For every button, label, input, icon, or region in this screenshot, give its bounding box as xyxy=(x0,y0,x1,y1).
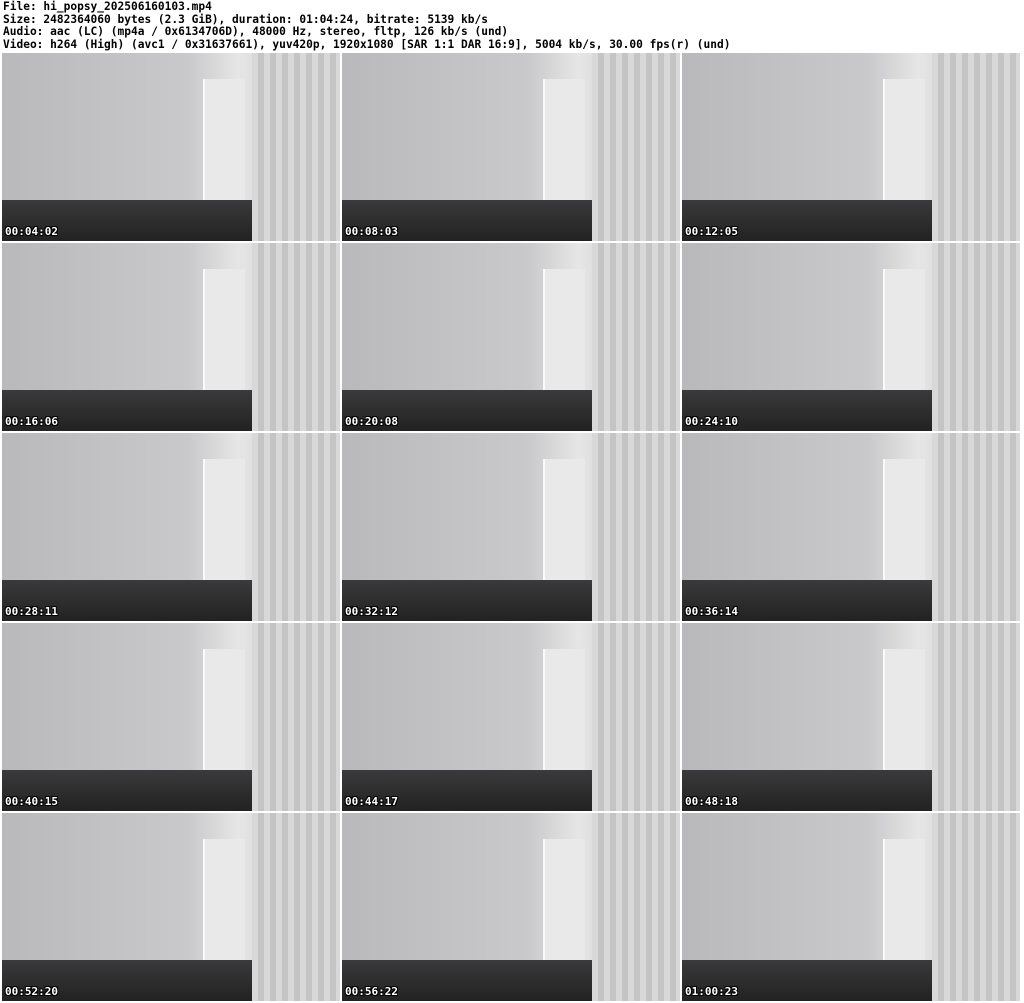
thumbnail-scene-placeholder xyxy=(252,243,340,431)
thumbnail-scene-placeholder xyxy=(202,269,246,390)
thumbnail-timestamp: 01:00:23 xyxy=(685,985,738,998)
thumbnail-timestamp: 00:48:18 xyxy=(685,795,738,808)
video-info: Video: h264 (High) (avc1 / 0x31637661), … xyxy=(3,37,731,51)
thumbnail-timestamp: 00:28:11 xyxy=(5,605,58,618)
thumbnail-scene-placeholder xyxy=(932,623,1020,811)
thumbnail-scene-placeholder xyxy=(202,839,246,960)
thumbnail-timestamp: 00:08:03 xyxy=(345,225,398,238)
thumbnail-scene-placeholder xyxy=(592,243,680,431)
thumbnail-timestamp: 00:16:06 xyxy=(5,415,58,428)
thumbnail-timestamp: 00:04:02 xyxy=(5,225,58,238)
thumbnail-scene-placeholder xyxy=(202,459,246,580)
video-thumbnail: 01:00:23 xyxy=(682,813,1020,1001)
video-thumbnail: 00:04:02 xyxy=(2,53,340,241)
thumbnail-scene-placeholder xyxy=(592,53,680,241)
thumbnail-scene-placeholder xyxy=(252,813,340,1001)
thumbnail-scene-placeholder xyxy=(592,433,680,621)
thumbnail-timestamp: 00:44:17 xyxy=(345,795,398,808)
thumbnail-scene-placeholder xyxy=(252,623,340,811)
thumbnail-scene-placeholder xyxy=(592,813,680,1001)
thumbnail-scene-placeholder xyxy=(882,649,926,770)
thumbnail-scene-placeholder xyxy=(882,269,926,390)
thumbnail-timestamp: 00:56:22 xyxy=(345,985,398,998)
video-thumbnail: 00:24:10 xyxy=(682,243,1020,431)
thumbnail-scene-placeholder xyxy=(932,53,1020,241)
thumbnail-timestamp: 00:52:20 xyxy=(5,985,58,998)
video-thumbnail: 00:36:14 xyxy=(682,433,1020,621)
video-thumbnail: 00:20:08 xyxy=(342,243,680,431)
thumbnail-scene-placeholder xyxy=(542,649,586,770)
video-thumbnail: 00:32:12 xyxy=(342,433,680,621)
thumbnail-scene-placeholder xyxy=(542,839,586,960)
audio-info: Audio: aac (LC) (mp4a / 0x6134706D), 480… xyxy=(3,25,509,39)
thumbnail-scene-placeholder xyxy=(542,79,586,200)
thumbnail-timestamp: 00:20:08 xyxy=(345,415,398,428)
thumbnail-scene-placeholder xyxy=(542,269,586,390)
thumbnail-scene-placeholder xyxy=(882,459,926,580)
thumbnail-timestamp: 00:32:12 xyxy=(345,605,398,618)
video-thumbnail: 00:52:20 xyxy=(2,813,340,1001)
thumbnail-scene-placeholder xyxy=(932,243,1020,431)
thumbnail-scene-placeholder xyxy=(202,649,246,770)
thumbnail-scene-placeholder xyxy=(202,79,246,200)
thumbnail-scene-placeholder xyxy=(932,433,1020,621)
video-thumbnail: 00:12:05 xyxy=(682,53,1020,241)
thumbnail-scene-placeholder xyxy=(592,623,680,811)
thumbnail-timestamp: 00:12:05 xyxy=(685,225,738,238)
thumbnail-scene-placeholder xyxy=(252,433,340,621)
video-thumbnail: 00:28:11 xyxy=(2,433,340,621)
video-thumbnail: 00:44:17 xyxy=(342,623,680,811)
thumbnail-timestamp: 00:36:14 xyxy=(685,605,738,618)
thumbnail-scene-placeholder xyxy=(252,53,340,241)
thumbnail-scene-placeholder xyxy=(932,813,1020,1001)
thumbnail-timestamp: 00:40:15 xyxy=(5,795,58,808)
file-info-header: File: hi_popsy_202506160103.mp4 Size: 24… xyxy=(3,0,731,51)
thumbnail-scene-placeholder xyxy=(542,459,586,580)
file-name: File: hi_popsy_202506160103.mp4 xyxy=(3,0,212,13)
video-thumbnail: 00:40:15 xyxy=(2,623,340,811)
video-thumbnail: 00:16:06 xyxy=(2,243,340,431)
thumbnail-timestamp: 00:24:10 xyxy=(685,415,738,428)
thumbnail-grid: 00:04:02 00:08:03 00:12:05 00:16:06 00:20:08… xyxy=(2,53,1020,1001)
video-thumbnail: 00:56:22 xyxy=(342,813,680,1001)
thumbnail-scene-placeholder xyxy=(882,79,926,200)
video-thumbnail: 00:08:03 xyxy=(342,53,680,241)
video-thumbnail: 00:48:18 xyxy=(682,623,1020,811)
thumbnail-scene-placeholder xyxy=(882,839,926,960)
